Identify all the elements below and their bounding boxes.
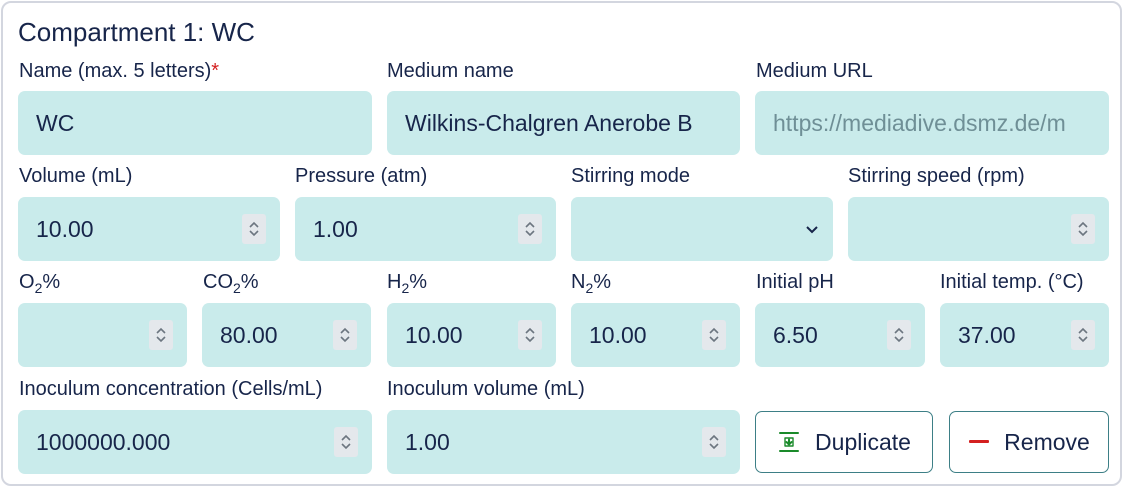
pressure-label: Pressure (atm)	[295, 165, 428, 187]
h2-spinner[interactable]	[518, 320, 542, 350]
co2-input[interactable]: 80.00	[202, 303, 371, 367]
spinner-icon	[340, 327, 350, 343]
spinner-icon	[1078, 221, 1088, 237]
remove-button[interactable]: Remove	[949, 411, 1109, 473]
inoculum-concentration-label: Inoculum concentration (Cells/mL)	[19, 378, 323, 400]
minus-icon	[968, 439, 990, 445]
spinner-icon	[341, 434, 351, 450]
o2-label: O2%	[19, 271, 60, 296]
initial-temp-input[interactable]: 37.00	[940, 303, 1109, 367]
spinner-icon	[1078, 327, 1088, 343]
co2-label-main: CO	[203, 271, 233, 293]
stirring-mode-label: Stirring mode	[571, 165, 690, 187]
h2-label: H2%	[387, 271, 427, 296]
inoculum-volume-input[interactable]: 1.00	[387, 410, 740, 474]
inoculum-concentration-input[interactable]: 1000000.000	[18, 410, 372, 474]
co2-spinner[interactable]	[333, 320, 357, 350]
inoculum-concentration-spinner[interactable]	[334, 427, 358, 457]
medium-url-placeholder: https://mediadive.dsmz.de/m	[773, 109, 1066, 136]
h2-input[interactable]: 10.00	[387, 303, 556, 367]
n2-spinner[interactable]	[702, 320, 726, 350]
spinner-icon	[894, 327, 904, 343]
medium-name-label: Medium name	[387, 60, 514, 82]
name-label: Name (max. 5 letters)*	[19, 60, 219, 83]
n2-input[interactable]: 10.00	[571, 303, 740, 367]
inoculum-volume-value: 1.00	[405, 428, 450, 455]
n2-value: 10.00	[589, 321, 647, 348]
o2-label-suffix: %	[42, 271, 61, 293]
volume-spinner[interactable]	[242, 214, 266, 244]
pressure-input[interactable]: 1.00	[295, 197, 556, 261]
initial-temp-label: Initial temp. (°C)	[940, 271, 1084, 293]
volume-input[interactable]: 10.00	[18, 197, 280, 261]
volume-value: 10.00	[36, 215, 94, 242]
initial-ph-input[interactable]: 6.50	[755, 303, 925, 367]
initial-temp-spinner[interactable]	[1071, 320, 1095, 350]
stirring-speed-input[interactable]	[848, 197, 1109, 261]
spinner-icon	[709, 327, 719, 343]
stirring-speed-spinner[interactable]	[1071, 214, 1095, 244]
duplicate-label: Duplicate	[815, 428, 911, 455]
stirring-speed-label: Stirring speed (rpm)	[848, 165, 1025, 187]
h2-label-main: H	[387, 271, 402, 293]
medium-name-value: Wilkins-Chalgren Anerobe B	[405, 109, 693, 136]
o2-label-main: O	[19, 271, 35, 293]
spinner-icon	[709, 434, 719, 450]
spinner-icon	[525, 221, 535, 237]
inoculum-volume-spinner[interactable]	[702, 427, 726, 457]
spinner-icon	[156, 327, 166, 343]
pressure-value: 1.00	[313, 215, 358, 242]
initial-ph-spinner[interactable]	[887, 320, 911, 350]
n2-label-suffix: %	[593, 271, 612, 293]
n2-label: N2%	[571, 271, 611, 296]
initial-temp-value: 37.00	[958, 321, 1016, 348]
spinner-icon	[249, 221, 259, 237]
initial-ph-value: 6.50	[773, 321, 818, 348]
name-label-text: Name (max. 5 letters)	[19, 60, 212, 82]
volume-label: Volume (mL)	[19, 165, 133, 187]
initial-ph-label: Initial pH	[756, 271, 834, 293]
pressure-spinner[interactable]	[518, 214, 542, 244]
duplicate-icon	[777, 430, 801, 454]
name-value: WC	[36, 109, 75, 136]
required-mark: *	[211, 60, 220, 82]
name-input[interactable]: WC	[18, 91, 372, 155]
stirring-mode-select[interactable]	[571, 197, 833, 261]
inoculum-concentration-value: 1000000.000	[36, 428, 171, 455]
co2-label: CO2%	[203, 271, 259, 296]
medium-url-input[interactable]: https://mediadive.dsmz.de/m	[755, 91, 1109, 155]
co2-label-suffix: %	[240, 271, 259, 293]
h2-value: 10.00	[405, 321, 463, 348]
n2-label-main: N	[571, 271, 586, 293]
o2-spinner[interactable]	[149, 320, 173, 350]
spinner-icon	[525, 327, 535, 343]
chevron-down-icon	[806, 226, 818, 234]
compartment-title: Compartment 1: WC	[18, 17, 255, 47]
inoculum-volume-label: Inoculum volume (mL)	[387, 378, 585, 400]
h2-label-suffix: %	[409, 271, 428, 293]
co2-value: 80.00	[220, 321, 278, 348]
medium-url-label: Medium URL	[756, 60, 873, 82]
medium-name-input[interactable]: Wilkins-Chalgren Anerobe B	[387, 91, 740, 155]
co2-label-sub: 2	[233, 280, 241, 296]
remove-label: Remove	[1004, 428, 1090, 455]
o2-input[interactable]	[18, 303, 187, 367]
duplicate-button[interactable]: Duplicate	[755, 411, 933, 473]
